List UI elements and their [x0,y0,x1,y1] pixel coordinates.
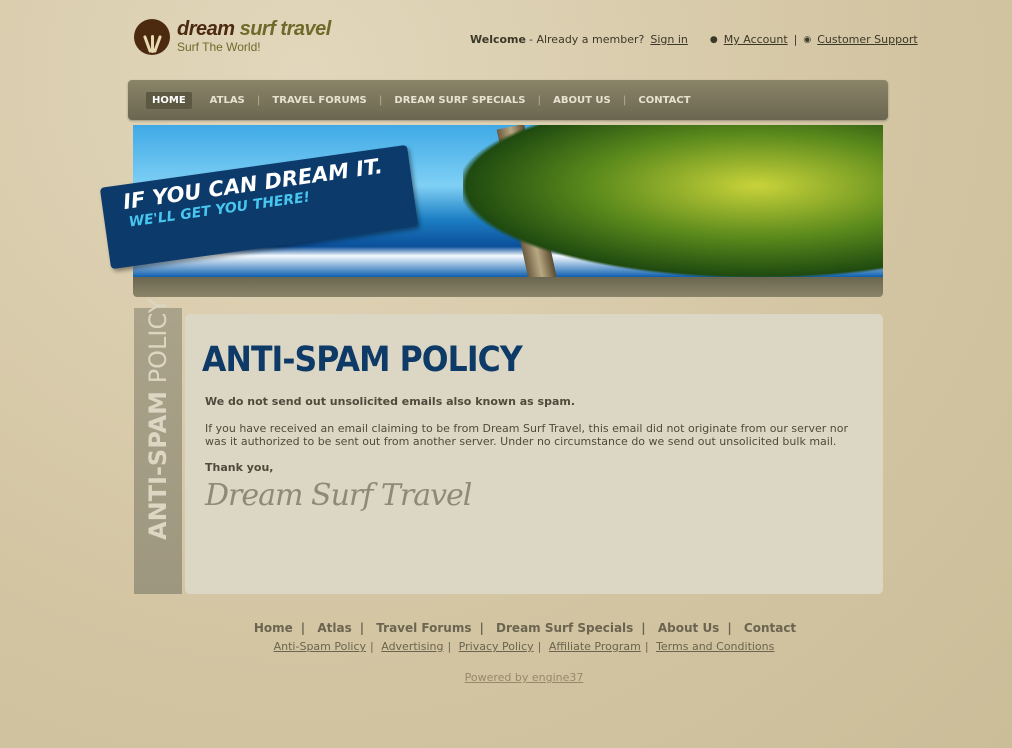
footer-privacy-link[interactable]: Privacy Policy [459,640,534,653]
binoculars-icon: ● [709,34,718,45]
divider: | [256,95,261,106]
divider: | [622,95,627,106]
logo-icon[interactable] [134,19,170,55]
footer-travel-forums[interactable]: Travel Forums [376,621,471,635]
footer-advertising-link[interactable]: Advertising [381,640,443,653]
banner-bottom-strip [133,277,883,297]
nav-travel-forums[interactable]: TRAVEL FORUMS [266,92,372,109]
welcome-label: Welcome [470,33,526,46]
thanks-text: Thank you, [205,461,274,474]
main-nav: HOME ATLAS | TRAVEL FORUMS | DREAM SURF SP… [146,92,697,109]
nav-about-us[interactable]: ABOUT US [547,92,617,109]
footer-home[interactable]: Home [254,621,293,635]
already-member-text: - Already a member? [528,33,645,46]
top-bar: Welcome - Already a member? Sign in ● My… [470,33,918,46]
sidebar-title-light: POLICY [144,298,172,391]
sidebar-title-bold: ANTI-SPAM [144,390,172,540]
footer-dream-surf-specials[interactable]: Dream Surf Specials [496,621,633,635]
powered-by-link[interactable]: Powered by engine37 [465,671,584,684]
body-text: If you have received an email claiming t… [205,422,848,448]
footer-atlas[interactable]: Atlas [317,621,351,635]
footer-links: Anti-Spam Policy | Advertising | Privacy P… [273,640,775,653]
logo-text[interactable]: dream surf travel [177,18,331,41]
my-account-link[interactable]: My Account [724,33,788,46]
footer-terms-link[interactable]: Terms and Conditions [656,640,774,653]
brand-part2: surf travel [239,18,332,40]
sign-in-link[interactable]: Sign in [650,33,688,46]
footer-nav: Home | Atlas | Travel Forums | Dream Surf S… [253,621,797,635]
lead-text: We do not send out unsolicited emails al… [205,395,576,408]
divider: | [793,33,798,46]
chat-icon: ◉ [803,34,812,45]
brand-part1: dream [177,18,235,40]
nav-contact[interactable]: CONTACT [632,92,696,109]
divider: | [537,95,542,106]
nav-dream-surf-specials[interactable]: DREAM SURF SPECIALS [388,92,531,109]
footer-affiliate-link[interactable]: Affiliate Program [549,640,641,653]
footer-about-us[interactable]: About Us [658,621,719,635]
palm-leaves [463,125,883,277]
nav-home[interactable]: HOME [146,92,192,109]
nav-atlas[interactable]: ATLAS [204,92,251,109]
customer-support-link[interactable]: Customer Support [817,33,917,46]
sidebar-vertical-title: ANTI-SPAM POLICY [134,274,182,560]
tagline: Surf The World! [177,40,261,54]
signature: Dream Surf Travel [205,478,472,513]
divider: | [378,95,383,106]
page-title: ANTI-SPAM POLICY [202,340,523,380]
footer-anti-spam-link[interactable]: Anti-Spam Policy [274,640,366,653]
footer-contact[interactable]: Contact [744,621,796,635]
powered-by: Powered by engine37 [0,671,1012,684]
